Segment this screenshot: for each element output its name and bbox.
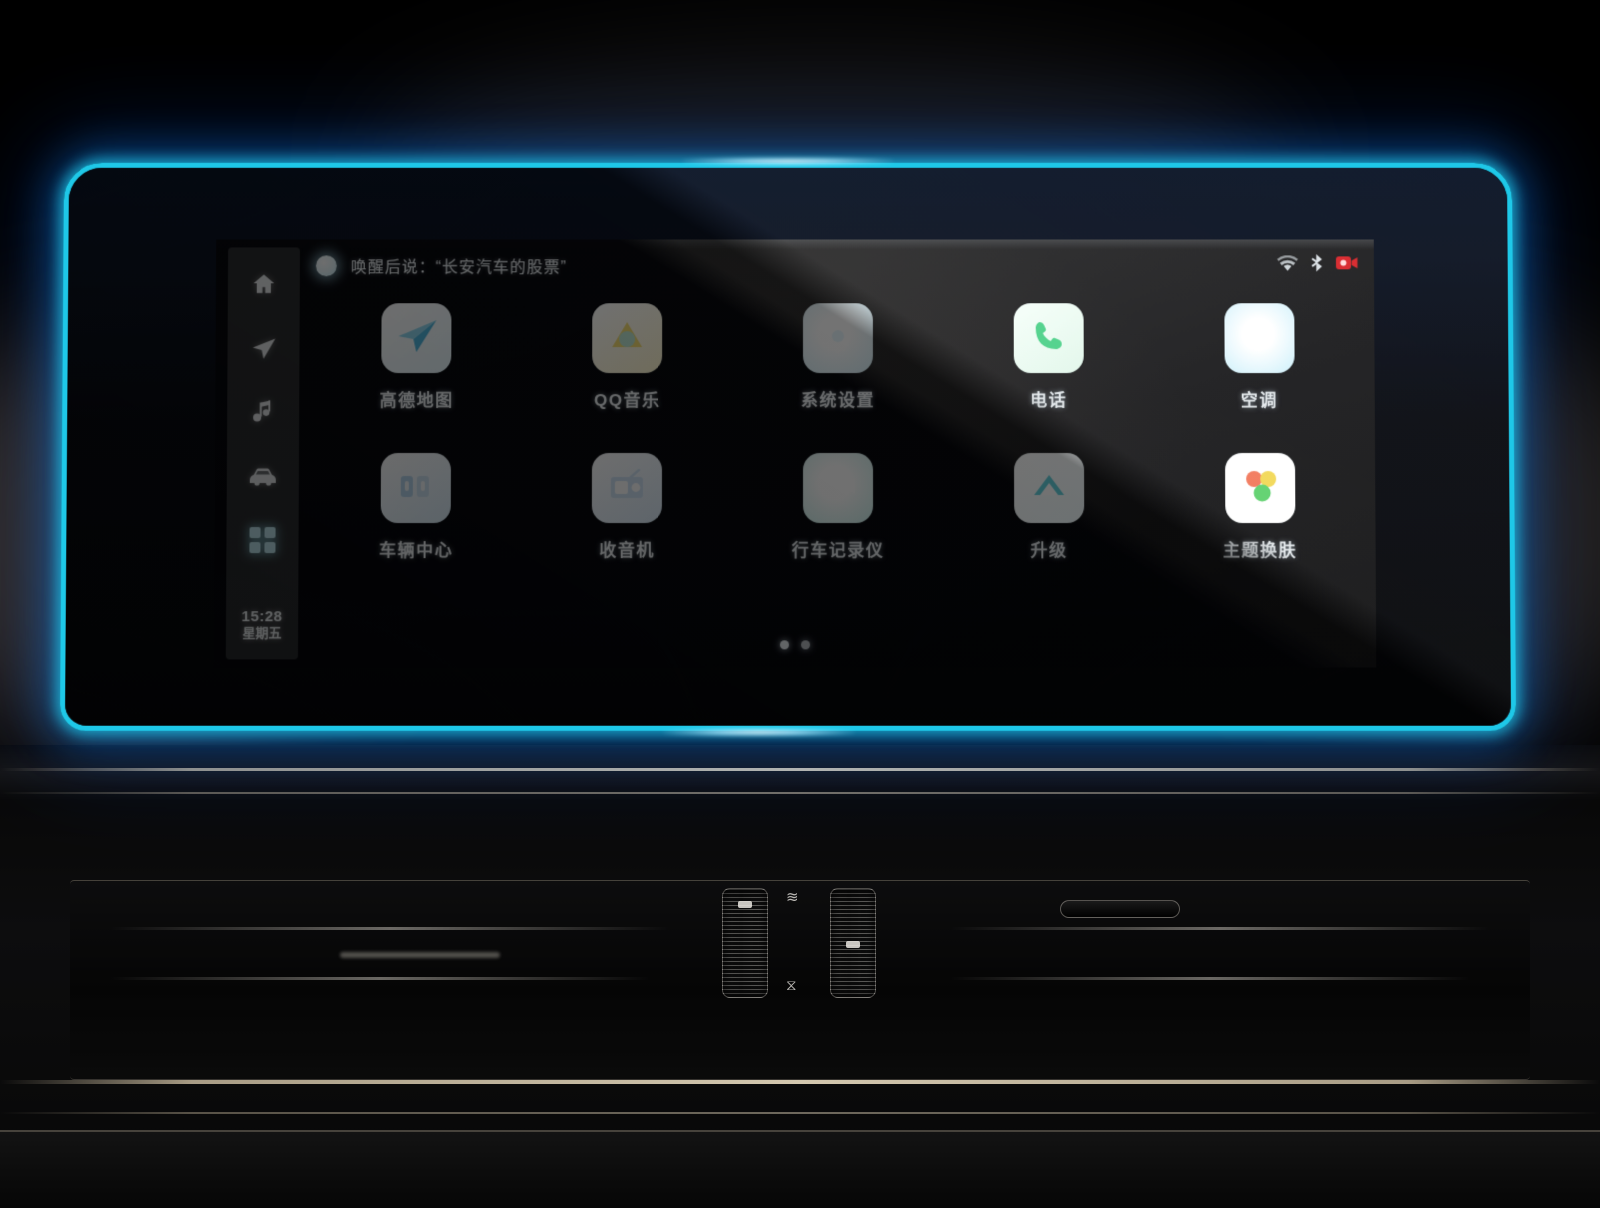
launcher-sidebar: 15:28 星期五 — [225, 247, 300, 660]
voice-assistant-bar[interactable]: 唤醒后说：“长安汽车的股票” — [315, 253, 568, 277]
dash-chrome-trim-lower-2 — [0, 1112, 1600, 1114]
bezel-highlight-top — [683, 157, 893, 165]
app-label: 电话 — [1030, 391, 1068, 411]
vent-slat — [110, 977, 650, 980]
voice-prompt-text: 唤醒后说：“长安汽车的股票” — [350, 259, 568, 277]
infotainment-screen: 15:28 星期五 唤醒后说：“长安汽车的股票” 高德地图 QQ音乐 系统设置 … — [59, 157, 1517, 736]
app-tile — [1224, 452, 1295, 524]
app-label: 主题换肤 — [1223, 541, 1298, 561]
app-label: 收音机 — [599, 541, 655, 561]
app-label: 系统设置 — [800, 391, 875, 411]
vent-slat — [950, 927, 1490, 930]
car-icon — [248, 465, 278, 487]
page-dot-inactive[interactable] — [801, 640, 811, 650]
console-chrome-accent — [1060, 900, 1180, 918]
hazard-symbol: ⧖ — [786, 977, 797, 994]
vent-slat — [950, 977, 1470, 980]
sidebar-clock: 15:28 星期五 — [226, 608, 298, 641]
vehicle-icon — [396, 468, 436, 509]
app-tile — [592, 303, 663, 374]
bezel-highlight-bottom — [663, 728, 855, 736]
center-vent-assembly — [70, 880, 1530, 1080]
app-tile — [1013, 303, 1084, 374]
app-tile — [592, 452, 663, 524]
app-label: 行车记录仪 — [791, 541, 885, 561]
dashboard-scene: ≋ ⧖ 15:28 星期五 唤醒后说：“长安汽车的股票” 高德地图 QQ音乐 系… — [0, 0, 1600, 1208]
gear-icon — [818, 316, 858, 361]
app-icon-theme-skin[interactable]: 主题换肤 — [1154, 452, 1365, 561]
app-icon-qq-music[interactable]: QQ音乐 — [522, 303, 733, 411]
app-grid: 高德地图 QQ音乐 系统设置 电话 空调 车辆中心 收音机 行车记录仪 升级 主… — [310, 303, 1365, 561]
voice-assistant-orb-icon[interactable] — [315, 254, 337, 276]
app-icon-system-settings[interactable]: 系统设置 — [733, 303, 944, 411]
dash-chrome-trim-upper-2 — [0, 792, 1600, 794]
sidebar-item-apps[interactable] — [247, 525, 277, 555]
app-icon-phone[interactable]: 电话 — [943, 303, 1154, 411]
map-plane-icon — [395, 316, 439, 361]
wifi-icon[interactable] — [1277, 254, 1299, 271]
dash-chrome-trim-lower — [0, 1080, 1600, 1084]
home-icon — [251, 271, 277, 297]
app-icon-radio[interactable]: 收音机 — [521, 452, 732, 561]
defrost-symbol: ≋ — [786, 889, 799, 906]
app-label: 车辆中心 — [378, 541, 454, 561]
app-tile — [381, 303, 452, 374]
sidebar-item-navigation[interactable] — [248, 333, 278, 363]
climate-control-wheel-left[interactable] — [722, 888, 768, 998]
climate-icon — [1240, 317, 1278, 360]
dashboard-bottom-panel — [0, 1130, 1600, 1208]
climate-control-wheel-right[interactable] — [830, 888, 876, 998]
app-tile — [802, 452, 874, 524]
dashcam-icon — [819, 471, 857, 506]
app-icon-upgrade[interactable]: 升级 — [943, 452, 1154, 561]
app-icon-vehicle-center[interactable]: 车辆中心 — [310, 452, 521, 561]
app-label: QQ音乐 — [594, 391, 661, 411]
music-note-icon — [606, 317, 648, 360]
wheel-marker — [738, 901, 752, 908]
recording-icon[interactable] — [1335, 255, 1358, 270]
app-tile — [1013, 452, 1085, 524]
music-icon — [251, 399, 275, 425]
sidebar-item-vehicle[interactable] — [248, 461, 278, 491]
radio-icon — [607, 468, 647, 508]
page-indicator — [214, 640, 1376, 650]
app-tile — [802, 303, 873, 374]
app-icon-climate[interactable]: 空调 — [1154, 303, 1365, 411]
apps-grid-icon — [248, 526, 276, 554]
sidebar-item-home[interactable] — [249, 269, 279, 299]
upgrade-icon — [1029, 470, 1069, 507]
dash-chrome-trim-upper — [0, 768, 1600, 771]
app-icon-amap[interactable]: 高德地图 — [311, 303, 522, 411]
vent-slat — [110, 927, 670, 930]
clock-weekday: 星期五 — [242, 625, 282, 641]
bluetooth-icon[interactable] — [1310, 253, 1324, 272]
app-tile — [1223, 303, 1295, 374]
app-tile — [381, 452, 452, 524]
app-label: 升级 — [1030, 541, 1068, 561]
screen-bezel: 15:28 星期五 唤醒后说：“长安汽车的股票” 高德地图 QQ音乐 系统设置 … — [64, 167, 1512, 726]
navigation-icon — [250, 335, 277, 362]
page-dot-active[interactable] — [779, 640, 790, 650]
wheel-marker — [846, 941, 860, 948]
vent-highlight — [340, 952, 500, 958]
app-icon-dashcam[interactable]: 行车记录仪 — [733, 452, 944, 561]
clock-time: 15:28 — [241, 608, 283, 626]
lcd-display: 15:28 星期五 唤醒后说：“长安汽车的股票” 高德地图 QQ音乐 系统设置 … — [213, 239, 1377, 668]
status-bar — [1277, 253, 1358, 272]
app-label: 高德地图 — [379, 391, 454, 411]
app-label: 空调 — [1240, 391, 1278, 411]
sidebar-item-music[interactable] — [248, 397, 278, 427]
theme-skin-icon — [1238, 463, 1282, 512]
phone-icon — [1030, 318, 1066, 359]
lcd-top-reflection — [216, 239, 1374, 250]
